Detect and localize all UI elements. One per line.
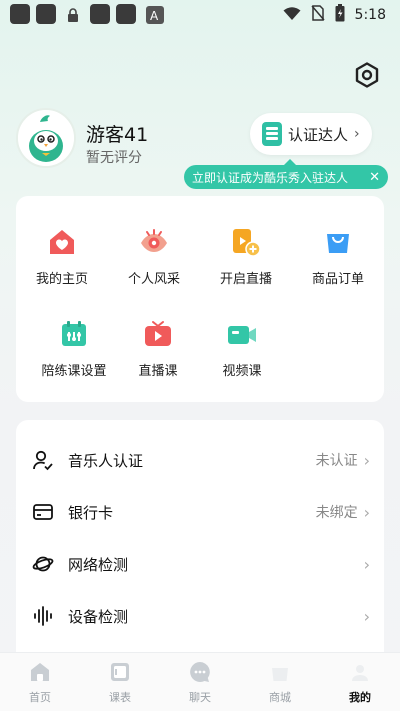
list-item-label: 银行卡 [68,503,114,522]
live-start-icon [230,226,262,258]
list-item-musician-verify[interactable]: 音乐人认证 未认证 › [16,434,384,486]
verify-tip-bubble[interactable]: 立即认证成为酷乐秀入驻达人 ✕ [184,159,388,189]
home-icon [28,660,52,684]
nav-label: 聊天 [189,691,211,704]
home-heart-icon [46,226,78,258]
bank-card-icon [32,501,54,523]
status-bar: A 5:18 [0,0,400,30]
settings-hex-icon [352,62,382,94]
wifi-icon [283,6,301,25]
chevron-right-icon: › [363,502,370,522]
grid-item-label: 商品订单 [311,272,364,287]
chevron-right-icon: › [354,126,360,142]
chevron-right-icon: › [363,450,370,470]
notification-icon [36,4,56,24]
settings-list: 音乐人认证 未认证 › 银行卡 未绑定 › 网络检测 › 设备检测 › [16,420,384,652]
settings-button[interactable] [352,60,382,90]
rating-text: 暂无评分 [86,150,142,166]
grid-item-video-course[interactable]: 视频课 [196,298,288,379]
user-check-icon [32,449,54,471]
no-sim-icon [310,5,325,25]
nav-me[interactable]: 我的 [320,653,400,711]
grid-item-homepage[interactable]: 我的主页 [16,206,108,287]
verify-tip-text: 立即认证成为酷乐秀入驻达人 [192,170,349,185]
chat-icon [188,660,212,684]
feature-grid: 我的主页 个人风采 开启直播 商品订单 陪练课设置 直播课 视频课 [16,196,384,402]
shopping-bag-icon [322,226,354,258]
list-item-network-check[interactable]: 网络检测 › [16,538,384,590]
list-item-label: 音乐人认证 [68,451,144,470]
grid-item-label: 开启直播 [219,272,272,287]
tv-play-icon [142,318,174,350]
nav-home[interactable]: 首页 [0,653,80,711]
notification-icon [116,4,136,24]
grid-item-live-course[interactable]: 直播课 [112,298,204,379]
grid-item-label: 我的主页 [35,272,88,287]
list-item-label: 设备检测 [68,607,129,626]
grid-item-label: 直播课 [138,364,178,379]
username: 游客41 [86,124,149,146]
battery-icon [335,4,345,26]
grid-item-label: 个人风采 [127,272,180,287]
grid-item-label: 视频课 [222,364,262,379]
status-text: 未绑定 [315,505,358,521]
nav-mall[interactable]: 商城 [240,653,320,711]
grid-item-start-live[interactable]: 开启直播 [200,206,292,287]
list-item-label: 网络检测 [68,555,129,574]
app-a-icon: A [146,6,164,24]
notification-icon [90,4,110,24]
svg-text:A: A [150,9,159,23]
lock-icon [64,6,82,24]
nav-label: 商城 [269,691,291,704]
penguin-mascot-icon [18,110,74,166]
verify-expert-button[interactable]: 认证达人 › [250,113,372,155]
bottom-nav: 首页 课表 聊天 商城 我的 [0,652,400,711]
close-icon[interactable]: ✕ [369,170,380,185]
me-icon [348,660,372,684]
clock: 5:18 [354,7,386,23]
chevron-right-icon: › [363,606,370,626]
nav-label: 首页 [29,691,51,704]
verify-expert-label: 认证达人 [288,125,349,144]
nav-chat[interactable]: 聊天 [160,653,240,711]
video-camera-icon [226,318,258,350]
planet-icon [32,553,54,575]
grid-item-label: 陪练课设置 [41,364,107,379]
nav-schedule[interactable]: 课表 [80,653,160,711]
mall-icon [268,660,292,684]
schedule-icon [108,660,132,684]
list-item-bank-card[interactable]: 银行卡 未绑定 › [16,486,384,538]
list-item-device-check[interactable]: 设备检测 › [16,590,384,642]
sound-wave-icon [32,605,54,627]
chevron-right-icon: › [363,554,370,574]
nav-label: 课表 [109,691,131,704]
avatar[interactable] [16,108,76,168]
grid-item-personal-style[interactable]: 个人风采 [108,206,200,287]
grid-item-orders[interactable]: 商品订单 [292,206,384,287]
status-text: 未认证 [315,453,358,469]
nav-label: 我的 [349,691,371,704]
badge-card-icon [262,122,282,146]
calendar-settings-icon [58,318,90,350]
grid-item-practice-settings[interactable]: 陪练课设置 [26,298,122,379]
eye-icon [138,226,170,258]
notification-icon [10,4,30,24]
